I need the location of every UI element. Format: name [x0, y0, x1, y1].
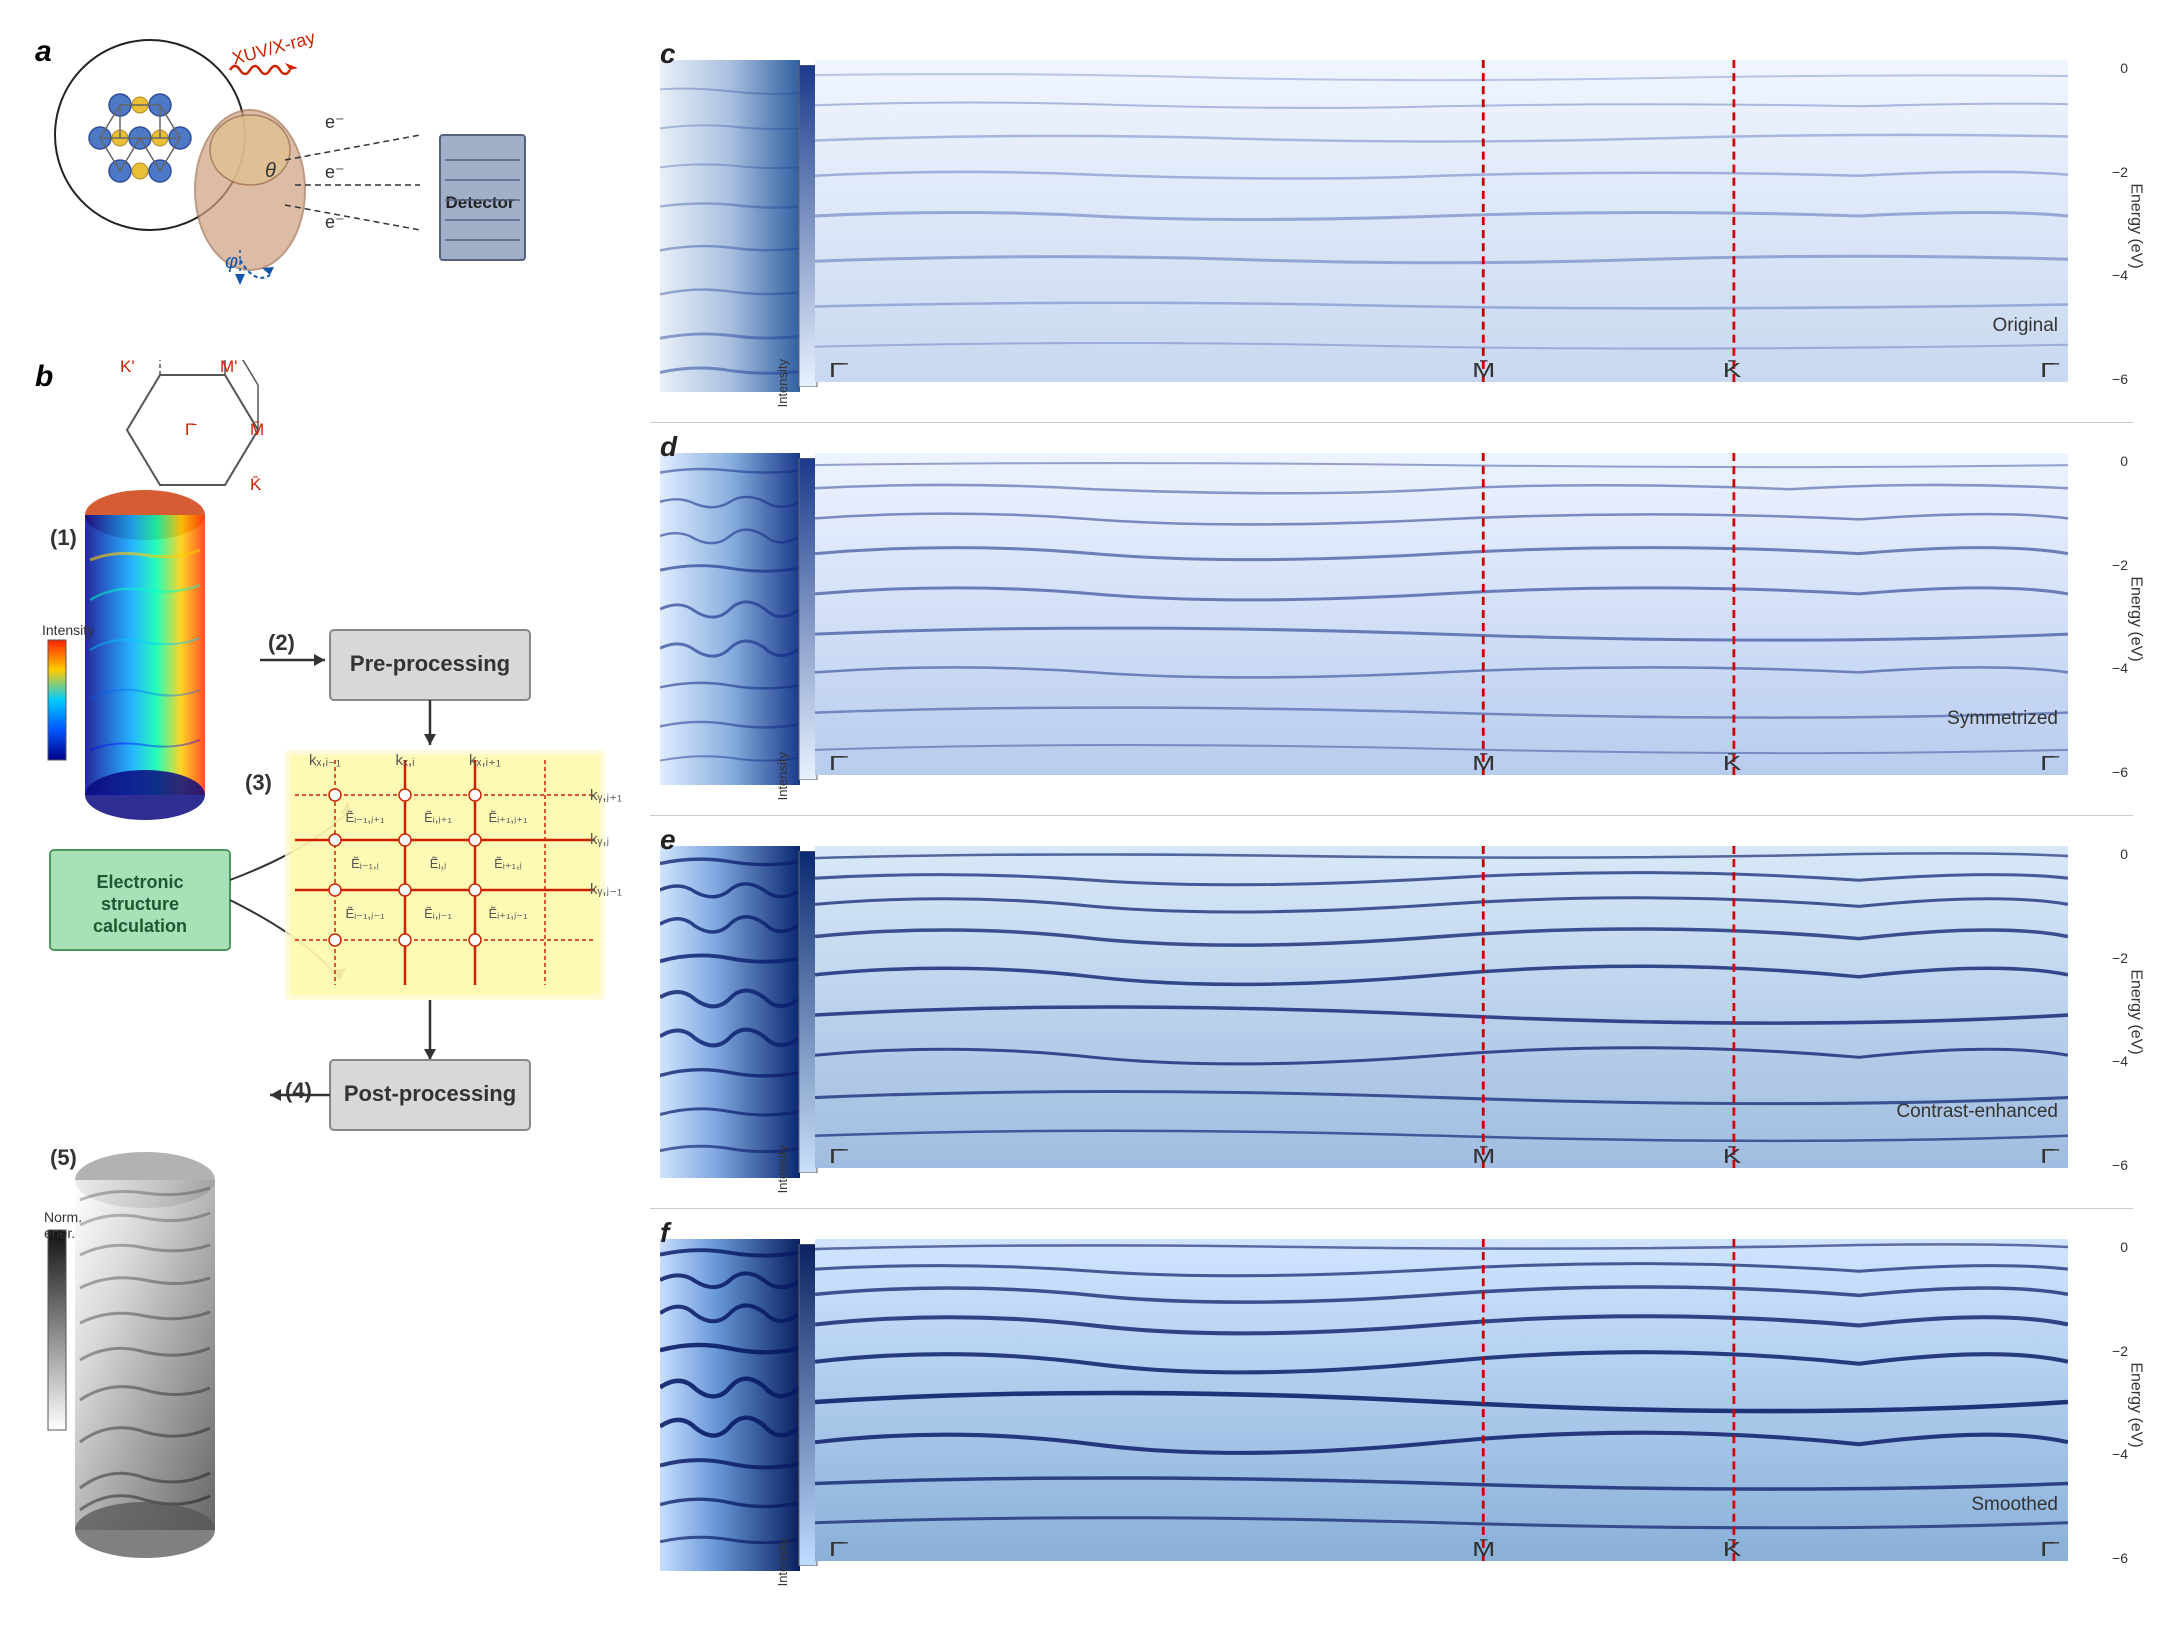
- svg-text:K̄: K̄: [1723, 1539, 1742, 1561]
- panel-d-title: Symmetrized: [1947, 708, 2058, 730]
- svg-text:(1): (1): [50, 525, 77, 550]
- thumbnail-d: [660, 453, 800, 785]
- svg-text:Ẽᵢ₋₁,ⱼ₋₁: Ẽᵢ₋₁,ⱼ₋₁: [345, 906, 385, 921]
- arpes-main-c: Γ̄ M̄ K̄ Γ̄ Original: [815, 60, 2068, 382]
- svg-text:kᵧ,ⱼ₋₁: kᵧ,ⱼ₋₁: [590, 881, 622, 898]
- svg-text:e⁻: e⁻: [325, 162, 345, 182]
- svg-text:φ: φ: [225, 251, 238, 273]
- svg-text:K̄': K̄': [120, 360, 135, 376]
- svg-text:e⁻: e⁻: [325, 112, 345, 132]
- thumbnail-c: [660, 60, 800, 392]
- colorbar-c-label: Intensity: [775, 359, 790, 407]
- panel-f-title: Smoothed: [1971, 1494, 2058, 1516]
- svg-text:kₓ,ᵢ₊₁: kₓ,ᵢ₊₁: [469, 752, 501, 769]
- panel-f-label: f: [660, 1217, 669, 1249]
- panel-a-svg: XUV/X-ray e⁻ e⁻ e⁻ θ φ: [30, 30, 610, 340]
- svg-text:M̄: M̄: [1472, 1539, 1495, 1561]
- panel-c-title: Original: [1993, 315, 2058, 337]
- svg-text:Ẽᵢ,ⱼ: Ẽᵢ,ⱼ: [430, 856, 447, 871]
- svg-text:K̄: K̄: [1723, 1146, 1742, 1168]
- svg-text:K̄: K̄: [1723, 360, 1742, 382]
- svg-text:e⁻: e⁻: [325, 212, 345, 232]
- svg-text:calculation: calculation: [93, 916, 187, 936]
- thumbnail-f: [660, 1239, 800, 1571]
- svg-text:Ẽᵢ₋₁,ⱼ₊₁: Ẽᵢ₋₁,ⱼ₊₁: [345, 810, 385, 825]
- svg-text:Post-processing: Post-processing: [344, 1081, 516, 1106]
- arpes-main-f: Γ̄ M̄ K̄ Γ̄ Smoothed: [815, 1239, 2068, 1561]
- svg-text:Ẽᵢ₊₁,ⱼ: Ẽᵢ₊₁,ⱼ: [494, 856, 522, 871]
- svg-text:Norm.: Norm.: [44, 1209, 82, 1225]
- svg-text:Γ̄: Γ̄: [185, 420, 197, 439]
- svg-text:K̄: K̄: [250, 475, 262, 494]
- svg-text:(3): (3): [245, 770, 272, 795]
- arpes-main-c-svg: Γ̄ M̄ K̄ Γ̄: [815, 60, 2068, 382]
- arpes-main-e: Γ̄ M̄ K̄ Γ̄ Contrast-enhanced: [815, 846, 2068, 1168]
- colorbar-f-label: Intensity: [775, 1538, 790, 1586]
- svg-text:(5): (5): [50, 1145, 77, 1170]
- figure-container: a: [0, 0, 2163, 1631]
- right-panel: c: [650, 30, 2133, 1601]
- panel-c-label: c: [660, 38, 676, 70]
- svg-text:(2): (2): [268, 630, 295, 655]
- svg-text:M̄: M̄: [1472, 360, 1495, 382]
- energy-axis-c: 0 −2 −4 −6: [2071, 60, 2133, 387]
- svg-text:Ẽᵢ,ⱼ₊₁: Ẽᵢ,ⱼ₊₁: [424, 810, 452, 825]
- energy-axis-d: 0 −2 −4 −6: [2071, 453, 2133, 780]
- svg-text:kᵧ,ⱼ: kᵧ,ⱼ: [590, 831, 609, 848]
- energy-tick-4-c: −4: [2112, 267, 2128, 283]
- svg-text:ener.: ener.: [44, 1225, 75, 1241]
- colorbar-d-label: Intensity: [775, 752, 790, 800]
- svg-text:Pre-processing: Pre-processing: [350, 651, 510, 676]
- svg-text:M̄': M̄': [220, 360, 237, 376]
- svg-text:Ẽᵢ,ⱼ₋₁: Ẽᵢ,ⱼ₋₁: [424, 906, 452, 921]
- svg-text:structure: structure: [101, 894, 179, 914]
- energy-axis-f: 0 −2 −4 −6: [2071, 1239, 2133, 1566]
- svg-text:M̄: M̄: [1472, 1146, 1495, 1168]
- svg-text:Ẽᵢ₋₁,ⱼ: Ẽᵢ₋₁,ⱼ: [351, 856, 379, 871]
- svg-text:Detector: Detector: [446, 193, 515, 212]
- energy-axis-e: 0 −2 −4 −6: [2071, 846, 2133, 1173]
- svg-text:M̄: M̄: [1472, 753, 1495, 775]
- svg-text:kₓ,ᵢ: kₓ,ᵢ: [396, 752, 415, 769]
- svg-text:Ẽᵢ₊₁,ⱼ₊₁: Ẽᵢ₊₁,ⱼ₊₁: [488, 810, 528, 825]
- arpes-main-d: Γ̄ M̄ K̄ Γ̄ Symmetrized: [815, 453, 2068, 775]
- svg-text:θ: θ: [265, 160, 276, 182]
- svg-text:XUV/X-ray: XUV/X-ray: [230, 30, 317, 69]
- colorbar-e-label: Intensity: [775, 1145, 790, 1193]
- energy-axis-title-e: Energy (eV): [2126, 969, 2144, 1054]
- energy-tick-0-c: 0: [2120, 60, 2128, 76]
- thumbnail-e: [660, 846, 800, 1178]
- svg-text:Ẽᵢ₊₁,ⱼ₋₁: Ẽᵢ₊₁,ⱼ₋₁: [488, 906, 528, 921]
- energy-axis-title-d: Energy (eV): [2126, 576, 2144, 661]
- panel-a: a: [30, 30, 610, 350]
- row-c: c: [650, 30, 2133, 423]
- energy-tick-2-c: −2: [2112, 164, 2128, 180]
- panel-d-label: d: [660, 431, 677, 463]
- svg-text:K̄: K̄: [1723, 753, 1742, 775]
- row-f: f: [650, 1209, 2133, 1601]
- panel-b: b K̄' M̄' Γ̄ M̄ K̄: [30, 360, 640, 1620]
- panel-e-title: Contrast-enhanced: [1896, 1101, 2058, 1123]
- panel-b-svg: K̄' M̄' Γ̄ M̄ K̄: [30, 360, 650, 1640]
- left-panel: a: [30, 30, 650, 1601]
- svg-text:Electronic: Electronic: [96, 872, 183, 892]
- panel-e-label: e: [660, 824, 676, 856]
- row-e: e: [650, 816, 2133, 1209]
- row-d: d: [650, 423, 2133, 816]
- thumbnail-c-svg: [660, 60, 800, 392]
- energy-tick-6-c: −6: [2112, 371, 2128, 387]
- svg-text:Intensity: Intensity: [42, 622, 94, 638]
- svg-text:kₓ,ᵢ₋₁: kₓ,ᵢ₋₁: [309, 752, 341, 769]
- svg-text:M̄: M̄: [250, 420, 264, 439]
- energy-axis-title-f: Energy (eV): [2126, 1362, 2144, 1447]
- svg-text:(4): (4): [285, 1078, 312, 1103]
- svg-text:kᵧ,ⱼ₊₁: kᵧ,ⱼ₊₁: [590, 787, 622, 804]
- energy-axis-title-c: Energy (eV): [2126, 183, 2144, 268]
